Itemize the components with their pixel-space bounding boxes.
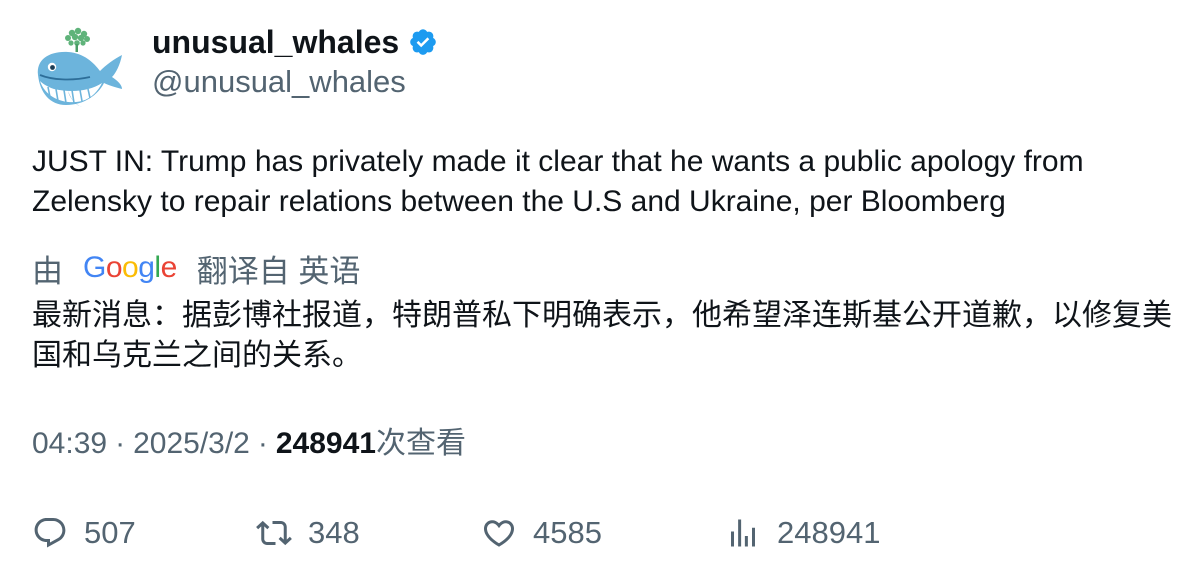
like-count: 4585 <box>533 515 602 550</box>
retweet-count: 348 <box>308 515 360 550</box>
reply-count: 507 <box>84 515 136 550</box>
author-name-row[interactable]: unusual_whales <box>152 22 438 62</box>
google-logo: Google <box>83 251 177 284</box>
author-display-name[interactable]: unusual_whales <box>152 22 399 62</box>
tweet-date[interactable]: 2025/3/2 <box>133 424 250 464</box>
views-chart-icon <box>731 519 755 547</box>
verified-badge-icon <box>410 29 436 55</box>
tweet-meta: 04:39 · 2025/3/2 · 248941 次查看 <box>32 424 466 464</box>
translation-source-language[interactable]: 翻译自 英语 <box>197 246 361 291</box>
retweet-icon <box>256 520 292 546</box>
heart-icon <box>483 520 515 547</box>
view-count-label: 次查看 <box>375 427 466 460</box>
tweet-time[interactable]: 04:39 <box>32 424 107 464</box>
reply-button[interactable]: 507 <box>32 511 136 555</box>
translation-by-label: 由 <box>32 253 63 289</box>
tweet-text: JUST IN: Trump has privately made it cle… <box>32 145 1084 218</box>
author-handle[interactable]: @unusual_whales <box>152 62 406 102</box>
view-count: 248941 <box>275 427 376 460</box>
meta-separator: · <box>115 427 126 460</box>
translated-text: 最新消息：据彭博社报道，特朗普私下明确表示，他希望泽连斯基公开道歉，以修复美国和… <box>32 299 1172 372</box>
like-button[interactable]: 4585 <box>481 511 602 555</box>
whale-avatar-icon[interactable] <box>32 25 126 111</box>
views-count: 248941 <box>777 515 881 550</box>
reply-icon <box>34 518 66 548</box>
meta-separator: · <box>257 427 268 460</box>
retweet-button[interactable]: 348 <box>256 511 360 555</box>
translation-attribution: 由 Google 翻译自 英语 <box>32 246 361 291</box>
views-button[interactable]: 248941 <box>725 511 880 555</box>
